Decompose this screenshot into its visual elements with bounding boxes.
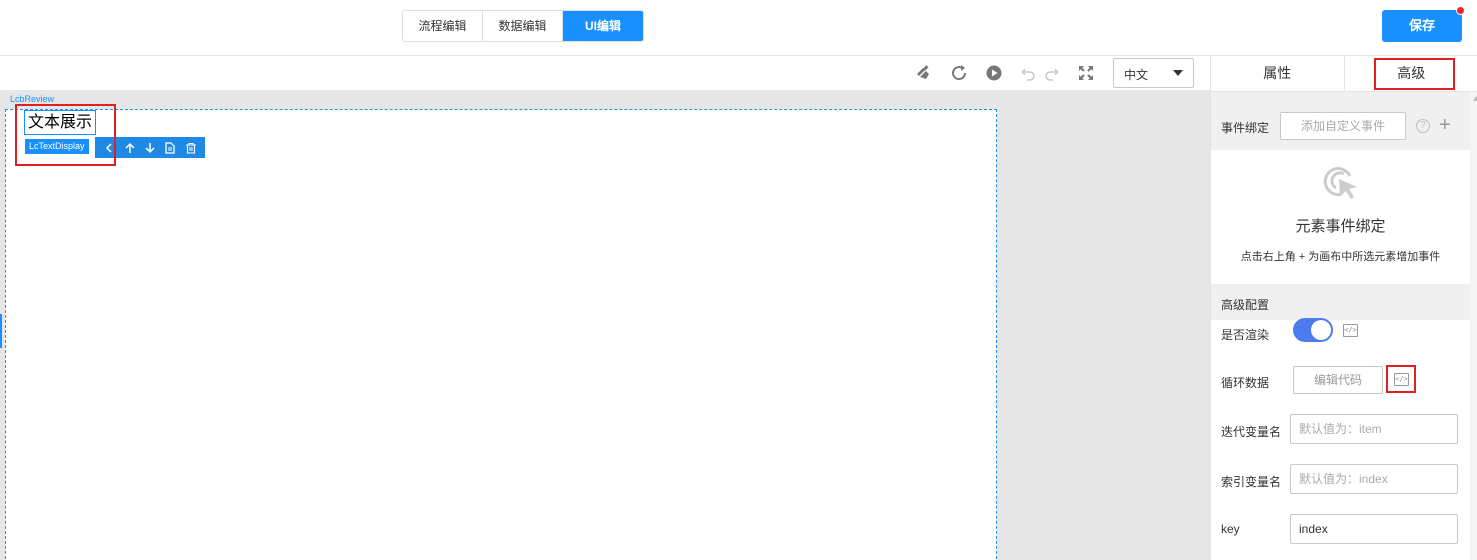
edit-code-button[interactable]: 编辑代码 [1293,366,1383,394]
language-select[interactable]: 中文 [1113,58,1194,88]
key-input[interactable]: index [1290,514,1458,544]
canvas-left-marker [0,314,2,348]
event-empty-desc: 点击右上角 + 为画布中所选元素增加事件 [1240,251,1441,263]
move-up-icon[interactable] [123,141,137,155]
redo-icon[interactable] [1043,64,1061,82]
top-header: 流程编辑 数据编辑 UI编辑 保存 [0,0,1477,56]
design-canvas: LcbReview [0,90,1210,560]
properties-panel: 属性 高级 事件绑定 添加自定义事件 ? + 元素事件绑定 点击右上角 + 为画… [1210,56,1477,560]
iterator-name-label: 迭代变量名 [1221,425,1282,439]
event-empty-state: 元素事件绑定 点击右上角 + 为画布中所选元素增加事件 [1211,150,1470,284]
advanced-config-title: 高级配置 [1221,298,1270,312]
loop-data-label: 循环数据 [1221,376,1270,390]
add-custom-event-button[interactable]: 添加自定义事件 [1280,112,1406,140]
scroll-up-arrow[interactable] [1473,96,1477,101]
toggle-knob [1311,320,1331,340]
component-type-tag: LcTextDisplay [25,139,89,154]
panel-tabs: 属性 高级 [1211,56,1477,92]
render-toggle[interactable] [1293,318,1333,342]
root-component-label: LcbReview [10,94,55,104]
text-display-component[interactable]: 文本展示 [24,110,97,135]
save-button[interactable]: 保存 [1382,10,1462,42]
tab-flow-edit[interactable]: 流程编辑 [403,11,483,41]
undo-icon[interactable] [1019,64,1037,82]
panel-scrollbar[interactable] [1470,92,1477,560]
render-label: 是否渲染 [1221,328,1270,342]
copy-icon[interactable] [163,141,177,155]
page-frame[interactable] [5,109,997,560]
unsaved-badge [1456,6,1465,15]
iterator-name-input[interactable]: 默认值为：item [1290,414,1458,444]
event-empty-title: 元素事件绑定 [1295,218,1386,235]
advanced-config-header: 高级配置 [1211,284,1470,320]
key-label: key [1221,522,1240,536]
event-binding-label: 事件绑定 [1221,121,1270,135]
chevron-down-icon [1173,70,1183,76]
event-binding-header: 事件绑定 添加自定义事件 ? + [1211,92,1470,150]
cursor-click-icon [1320,162,1362,204]
component-action-bar [95,137,205,158]
fullscreen-icon[interactable] [1077,64,1095,82]
select-parent-icon[interactable] [102,141,116,155]
canvas-toolbar: 中文 [0,56,1210,90]
refresh-icon[interactable] [950,64,968,82]
language-value: 中文 [1124,68,1149,82]
tab-properties[interactable]: 属性 [1211,56,1345,91]
play-icon[interactable] [985,64,1003,82]
index-name-label: 索引变量名 [1221,475,1282,489]
add-event-icon[interactable]: + [1439,113,1451,137]
clean-icon[interactable] [914,64,932,82]
tab-ui-edit[interactable]: UI编辑 [563,11,643,41]
render-code-icon[interactable]: </> [1343,324,1358,337]
move-down-icon[interactable] [143,141,157,155]
delete-icon[interactable] [184,141,198,155]
help-icon[interactable]: ? [1416,119,1430,133]
tab-data-edit[interactable]: 数据编辑 [483,11,563,41]
index-name-input[interactable]: 默认值为：index [1290,464,1458,494]
tab-advanced[interactable]: 高级 [1345,56,1477,91]
loop-code-icon[interactable]: </> [1394,373,1409,386]
mode-tabs: 流程编辑 数据编辑 UI编辑 [402,10,644,42]
